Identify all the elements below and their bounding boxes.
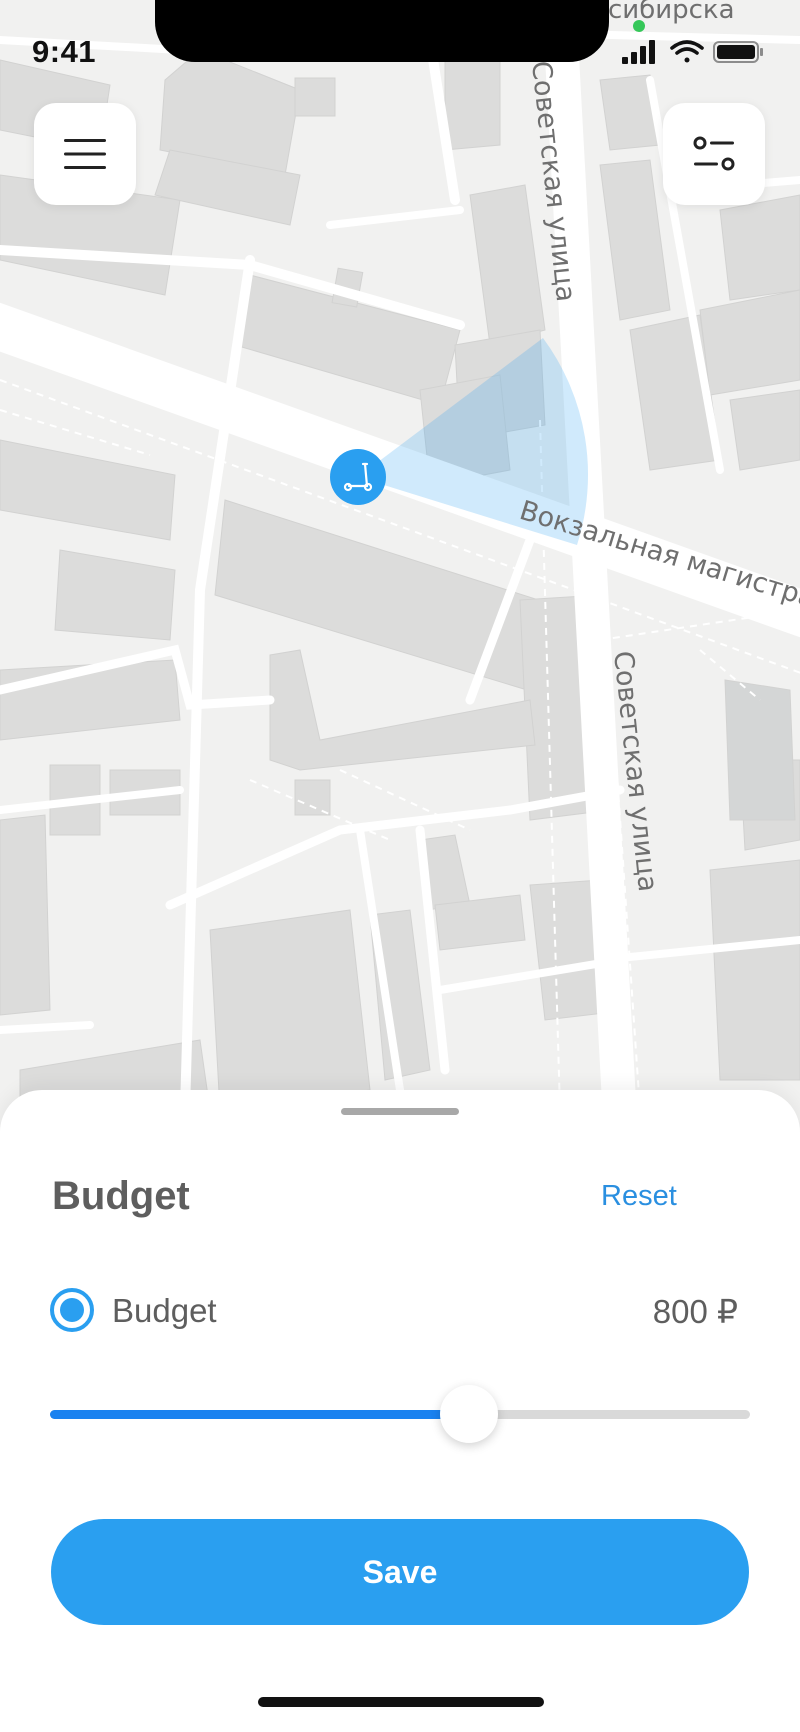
slider-fill <box>50 1410 469 1419</box>
budget-slider[interactable] <box>50 1380 750 1450</box>
device-notch <box>155 0 609 62</box>
budget-option-value: 800 ₽ <box>652 1293 738 1330</box>
cellular-signal-icon <box>622 40 655 64</box>
sheet-grabber-handle[interactable] <box>341 1108 459 1115</box>
hamburger-icon <box>64 139 106 169</box>
app-screen: сибирска Советская улица Вокзальная маги… <box>0 0 800 1732</box>
system-status-icons <box>622 40 763 64</box>
budget-option-row[interactable]: Budget 800 ₽ <box>50 1286 750 1334</box>
sheet-title: Budget <box>52 1174 190 1218</box>
status-bar: 9:41 <box>0 0 800 100</box>
wifi-icon <box>670 40 704 63</box>
camera-indicator-dot <box>633 20 645 32</box>
battery-icon <box>713 41 763 63</box>
slider-thumb[interactable] <box>440 1385 498 1443</box>
save-button[interactable]: Save <box>51 1519 749 1625</box>
budget-option-label: Budget <box>112 1292 217 1329</box>
reset-button[interactable]: Reset <box>601 1180 677 1213</box>
status-time: 9:41 <box>32 34 97 69</box>
menu-button[interactable] <box>34 103 136 205</box>
budget-radio-button[interactable] <box>50 1288 94 1332</box>
filter-button[interactable] <box>663 103 765 205</box>
home-indicator <box>258 1697 544 1707</box>
filter-toggle-icon <box>693 136 735 171</box>
radio-selected-dot <box>60 1298 84 1322</box>
scooter-icon <box>343 462 373 492</box>
scooter-location-pin[interactable] <box>330 449 386 505</box>
